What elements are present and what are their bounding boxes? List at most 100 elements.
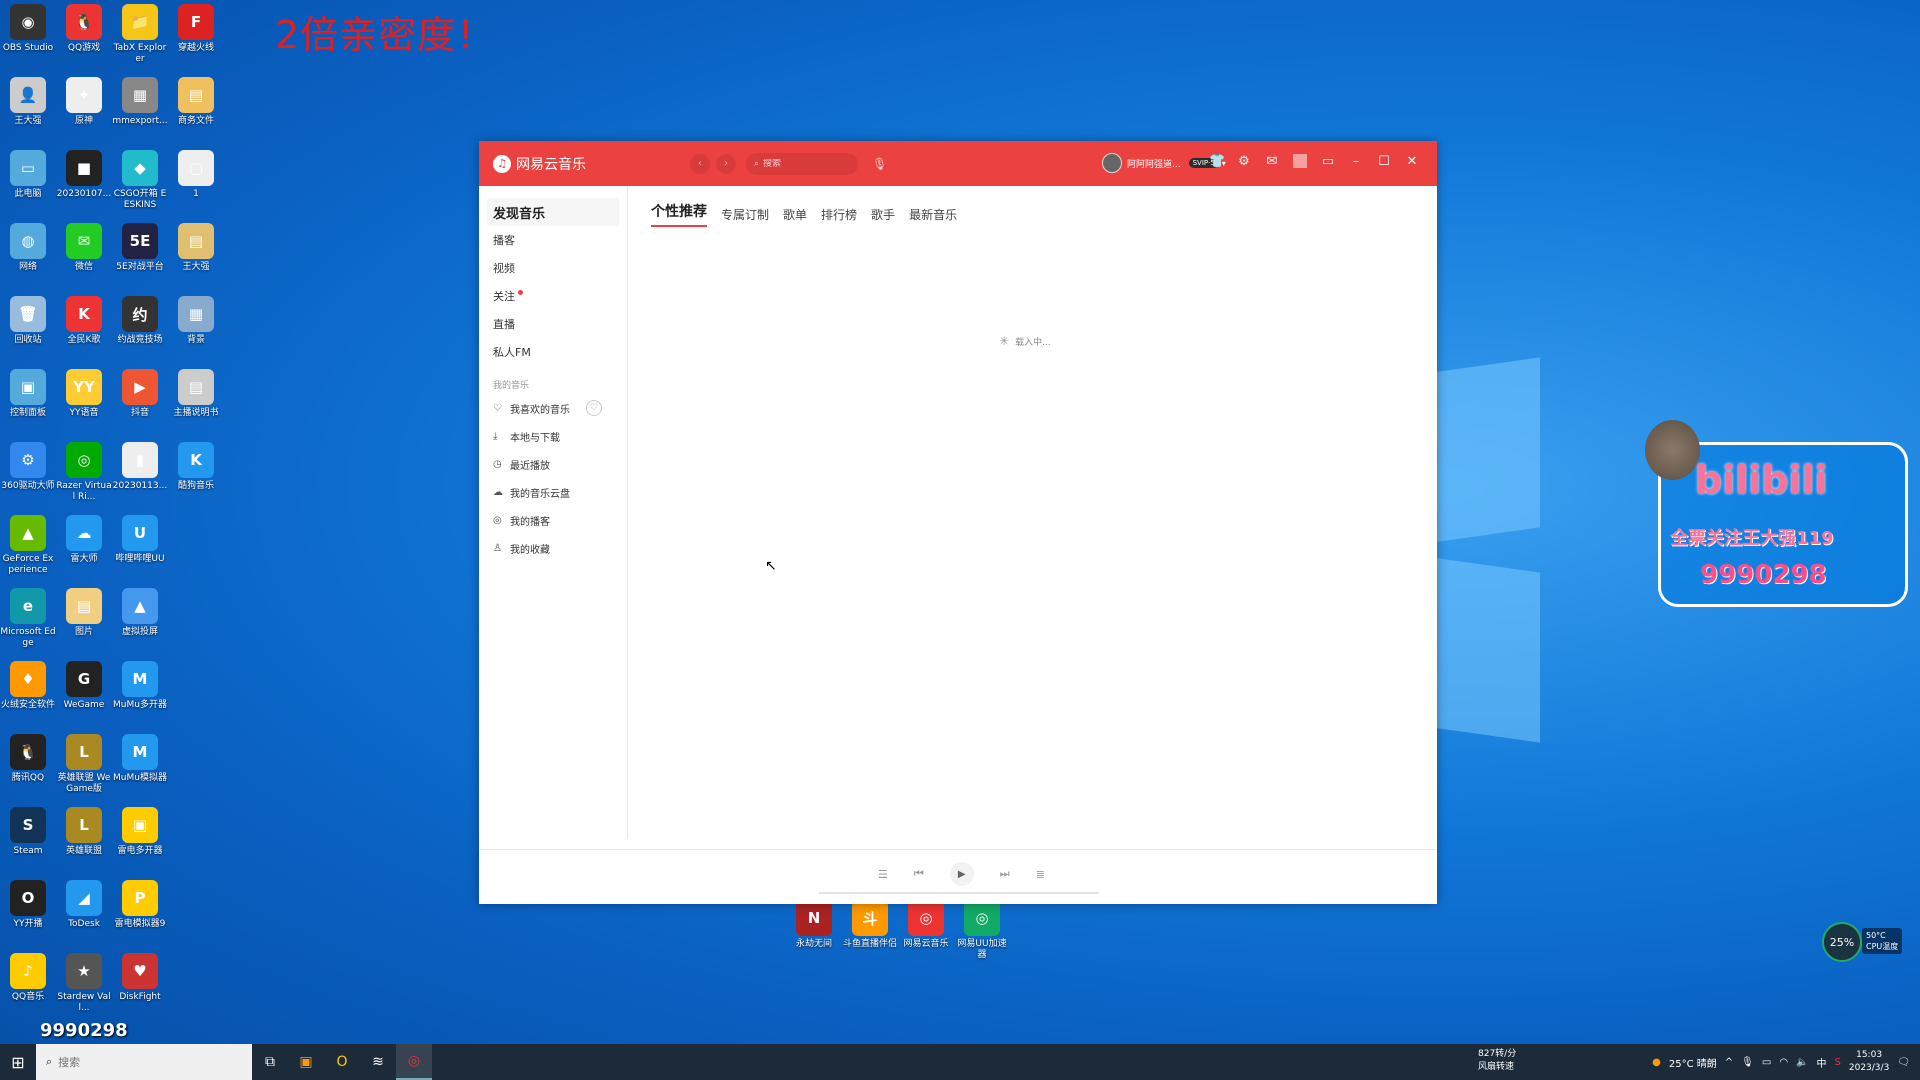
desktop-icon[interactable]: M MuMu多开器 — [112, 661, 168, 711]
desktop-icon[interactable]: K 酷狗音乐 — [168, 442, 224, 492]
desktop-icon[interactable]: 🗑 回收站 — [0, 296, 56, 346]
desktop-icon[interactable]: ▶ 抖音 — [112, 369, 168, 419]
forward-arrow-icon[interactable]: › — [716, 153, 736, 174]
taskbar-app-icon[interactable]: ▣ — [288, 1044, 324, 1080]
desktop-icon[interactable]: ⚙ 360驱动大师 — [0, 442, 56, 492]
volume-icon[interactable]: 🔈 — [1796, 1057, 1808, 1068]
desktop-icon[interactable]: 📁 TabX Explorer — [112, 4, 168, 65]
play-button[interactable]: ▶ — [949, 862, 974, 886]
desktop-icon[interactable]: e Microsoft Edge — [0, 588, 56, 649]
shirt-skin-icon[interactable]: 👕 — [1209, 154, 1225, 169]
desktop-icon[interactable]: ▭ 此电脑 — [0, 150, 56, 200]
desktop-icon[interactable]: ▤ 图片 — [56, 588, 112, 638]
desktop-icon[interactable]: ▣ 控制面板 — [0, 369, 56, 419]
desktop-icon[interactable]: L 英雄联盟 WeGame版 — [56, 734, 112, 795]
app-logo[interactable]: ♫ 网易云音乐 — [493, 154, 586, 174]
desktop-icon[interactable]: ▲ GeForce Experience — [0, 515, 56, 576]
user-profile[interactable]: 阿阿阿强道... SVIP·5 ▾ — [1102, 153, 1226, 173]
search-input[interactable] — [763, 158, 844, 169]
desktop-icon[interactable]: ☁ 雷大师 — [56, 515, 112, 565]
desktop-icon[interactable]: ◎ Razer Virtual Ri... — [56, 442, 112, 503]
tab[interactable]: 歌手 — [871, 206, 895, 227]
desktop-icon[interactable]: ◉ OBS Studio — [0, 4, 56, 54]
sidebar-item[interactable]: 关注 — [479, 282, 627, 310]
wifi-icon[interactable]: ◠ — [1779, 1057, 1788, 1068]
tab[interactable]: 个性推荐 — [651, 201, 707, 227]
desktop-icon[interactable]: ✉ 微信 — [56, 223, 112, 273]
tab[interactable]: 歌单 — [783, 206, 807, 227]
username[interactable]: 阿阿阿强道... — [1127, 157, 1181, 170]
desktop-icon[interactable]: ▲ 虚拟投屏 — [112, 588, 168, 638]
sidebar-item[interactable]: 视频 — [479, 254, 627, 282]
mic-tray-icon[interactable]: 🎙 — [1741, 1057, 1754, 1068]
avatar[interactable] — [1102, 153, 1122, 173]
desktop-icon[interactable]: N 永劫无间 — [786, 900, 842, 950]
desktop-icon[interactable]: M MuMu模拟器 — [112, 734, 168, 784]
gear-icon[interactable]: ⚙ — [1237, 154, 1251, 169]
desktop-icon[interactable]: ◎ 网易UU加速器 — [954, 900, 1010, 961]
next-track-icon[interactable]: ⏭ — [1000, 867, 1010, 881]
taskbar-netease-icon[interactable]: ◎ — [396, 1044, 432, 1080]
desktop-icon[interactable]: ♥ DiskFight — [112, 953, 168, 1003]
sidebar-item[interactable]: 直播 — [479, 310, 627, 338]
sidebar-item[interactable]: ♡ 我喜欢的音乐 ♡ — [479, 394, 627, 422]
desktop-icon[interactable]: 🐧 腾讯QQ — [0, 734, 56, 784]
sidebar-item[interactable]: ◷ 最近播放 — [479, 450, 627, 478]
notification-icon[interactable]: 🗨 — [1897, 1057, 1910, 1068]
tab[interactable]: 最新音乐 — [909, 206, 957, 227]
clock[interactable]: 15:03 2023/3/3 — [1849, 1049, 1889, 1075]
title-bar[interactable]: ♫ 网易云音乐 ‹ › ⌕ 🎙 阿阿阿强道... SVIP·5 ▾ 👕 ⚙ ✉ … — [479, 141, 1437, 186]
sidebar-item[interactable]: ⤓ 本地与下载 — [479, 422, 627, 450]
desktop-icon[interactable]: ◎ 网易云音乐 — [898, 900, 954, 950]
mail-icon[interactable]: ✉ — [1265, 154, 1279, 169]
maximize-icon[interactable]: ☐ — [1377, 154, 1391, 169]
tray-chevron-icon[interactable]: ^ — [1725, 1057, 1733, 1068]
desktop-icon[interactable]: G WeGame — [56, 661, 112, 711]
desktop-icon[interactable]: 约约战竞技场 — [112, 296, 168, 346]
desktop-icon[interactable]: ▤ 商务文件 — [168, 77, 224, 127]
desktop-icon[interactable]: ▣ 雷电多开器 — [112, 807, 168, 857]
ime-indicator[interactable]: 中 — [1817, 1055, 1827, 1070]
desktop-icon[interactable]: ▦ 背景 — [168, 296, 224, 346]
desktop-icon[interactable]: 👤 王大强 — [0, 77, 56, 127]
taskbar-app2-icon[interactable]: ≋ — [360, 1044, 396, 1080]
taskbar-search-input[interactable] — [58, 1055, 199, 1069]
desktop-icon[interactable]: ▦ mmexport... — [112, 77, 168, 127]
sidebar-item[interactable]: 发现音乐 — [487, 198, 619, 226]
mini-mode-icon[interactable]: ▭ — [1321, 154, 1335, 169]
desktop-icon[interactable]: ◆ CSGO开箱 EESKINS — [112, 150, 168, 211]
weather-text[interactable]: 25°C 晴朗 — [1669, 1055, 1717, 1070]
tab[interactable]: 专属订制 — [721, 206, 769, 227]
minimize-icon[interactable]: – — [1349, 154, 1363, 169]
lyrics-icon[interactable]: ≣ — [1036, 868, 1045, 881]
desktop-icon[interactable]: ♪ QQ音乐 — [0, 953, 56, 1003]
sidebar-item[interactable]: ☁ 我的音乐云盘 — [479, 478, 627, 506]
progress-bar[interactable] — [819, 892, 1099, 894]
desktop-icon[interactable]: 🐧 QQ游戏 — [56, 4, 112, 54]
desktop-icon[interactable]: ▤ 王大强 — [168, 223, 224, 273]
desktop-icon[interactable]: 5E 5E对战平台 — [112, 223, 168, 273]
desktop-icon[interactable]: U 哔哩哔哩UU — [112, 515, 168, 565]
search-box[interactable]: ⌕ — [746, 152, 858, 175]
previous-track-icon[interactable]: ⏮ — [914, 867, 924, 881]
back-arrow-icon[interactable]: ‹ — [690, 153, 710, 174]
desktop-icon[interactable]: L 英雄联盟 — [56, 807, 112, 857]
desktop-icon[interactable]: ◢ ToDesk — [56, 880, 112, 930]
microphone-icon[interactable]: 🎙 — [872, 157, 887, 171]
desktop-icon[interactable]: ▢ 1 — [168, 150, 224, 200]
desktop-icon[interactable]: ▮ 20230113... — [112, 442, 168, 492]
close-icon[interactable]: ✕ — [1405, 154, 1419, 169]
network-icon[interactable]: ▭ — [1762, 1057, 1771, 1068]
desktop-icon[interactable]: S Steam — [0, 807, 56, 857]
desktop-icon[interactable]: ✦ 原神 — [56, 77, 112, 127]
taskbar-obs-icon[interactable]: O — [324, 1044, 360, 1080]
desktop-icon[interactable]: O YY开播 — [0, 880, 56, 930]
taskbar-search[interactable]: ⌕ — [36, 1044, 252, 1080]
desktop-icon[interactable]: ◍ 网络 — [0, 223, 56, 273]
sogou-icon[interactable]: S — [1835, 1057, 1841, 1068]
windows-start-icon[interactable]: ⊞ — [0, 1044, 36, 1080]
desktop-icon[interactable]: ■ 20230107... — [56, 150, 112, 200]
sidebar-item[interactable]: 播客 — [479, 226, 627, 254]
desktop-icon[interactable]: K 全民K歌 — [56, 296, 112, 346]
sidebar-item[interactable]: ♙ 我的收藏 — [479, 534, 627, 562]
